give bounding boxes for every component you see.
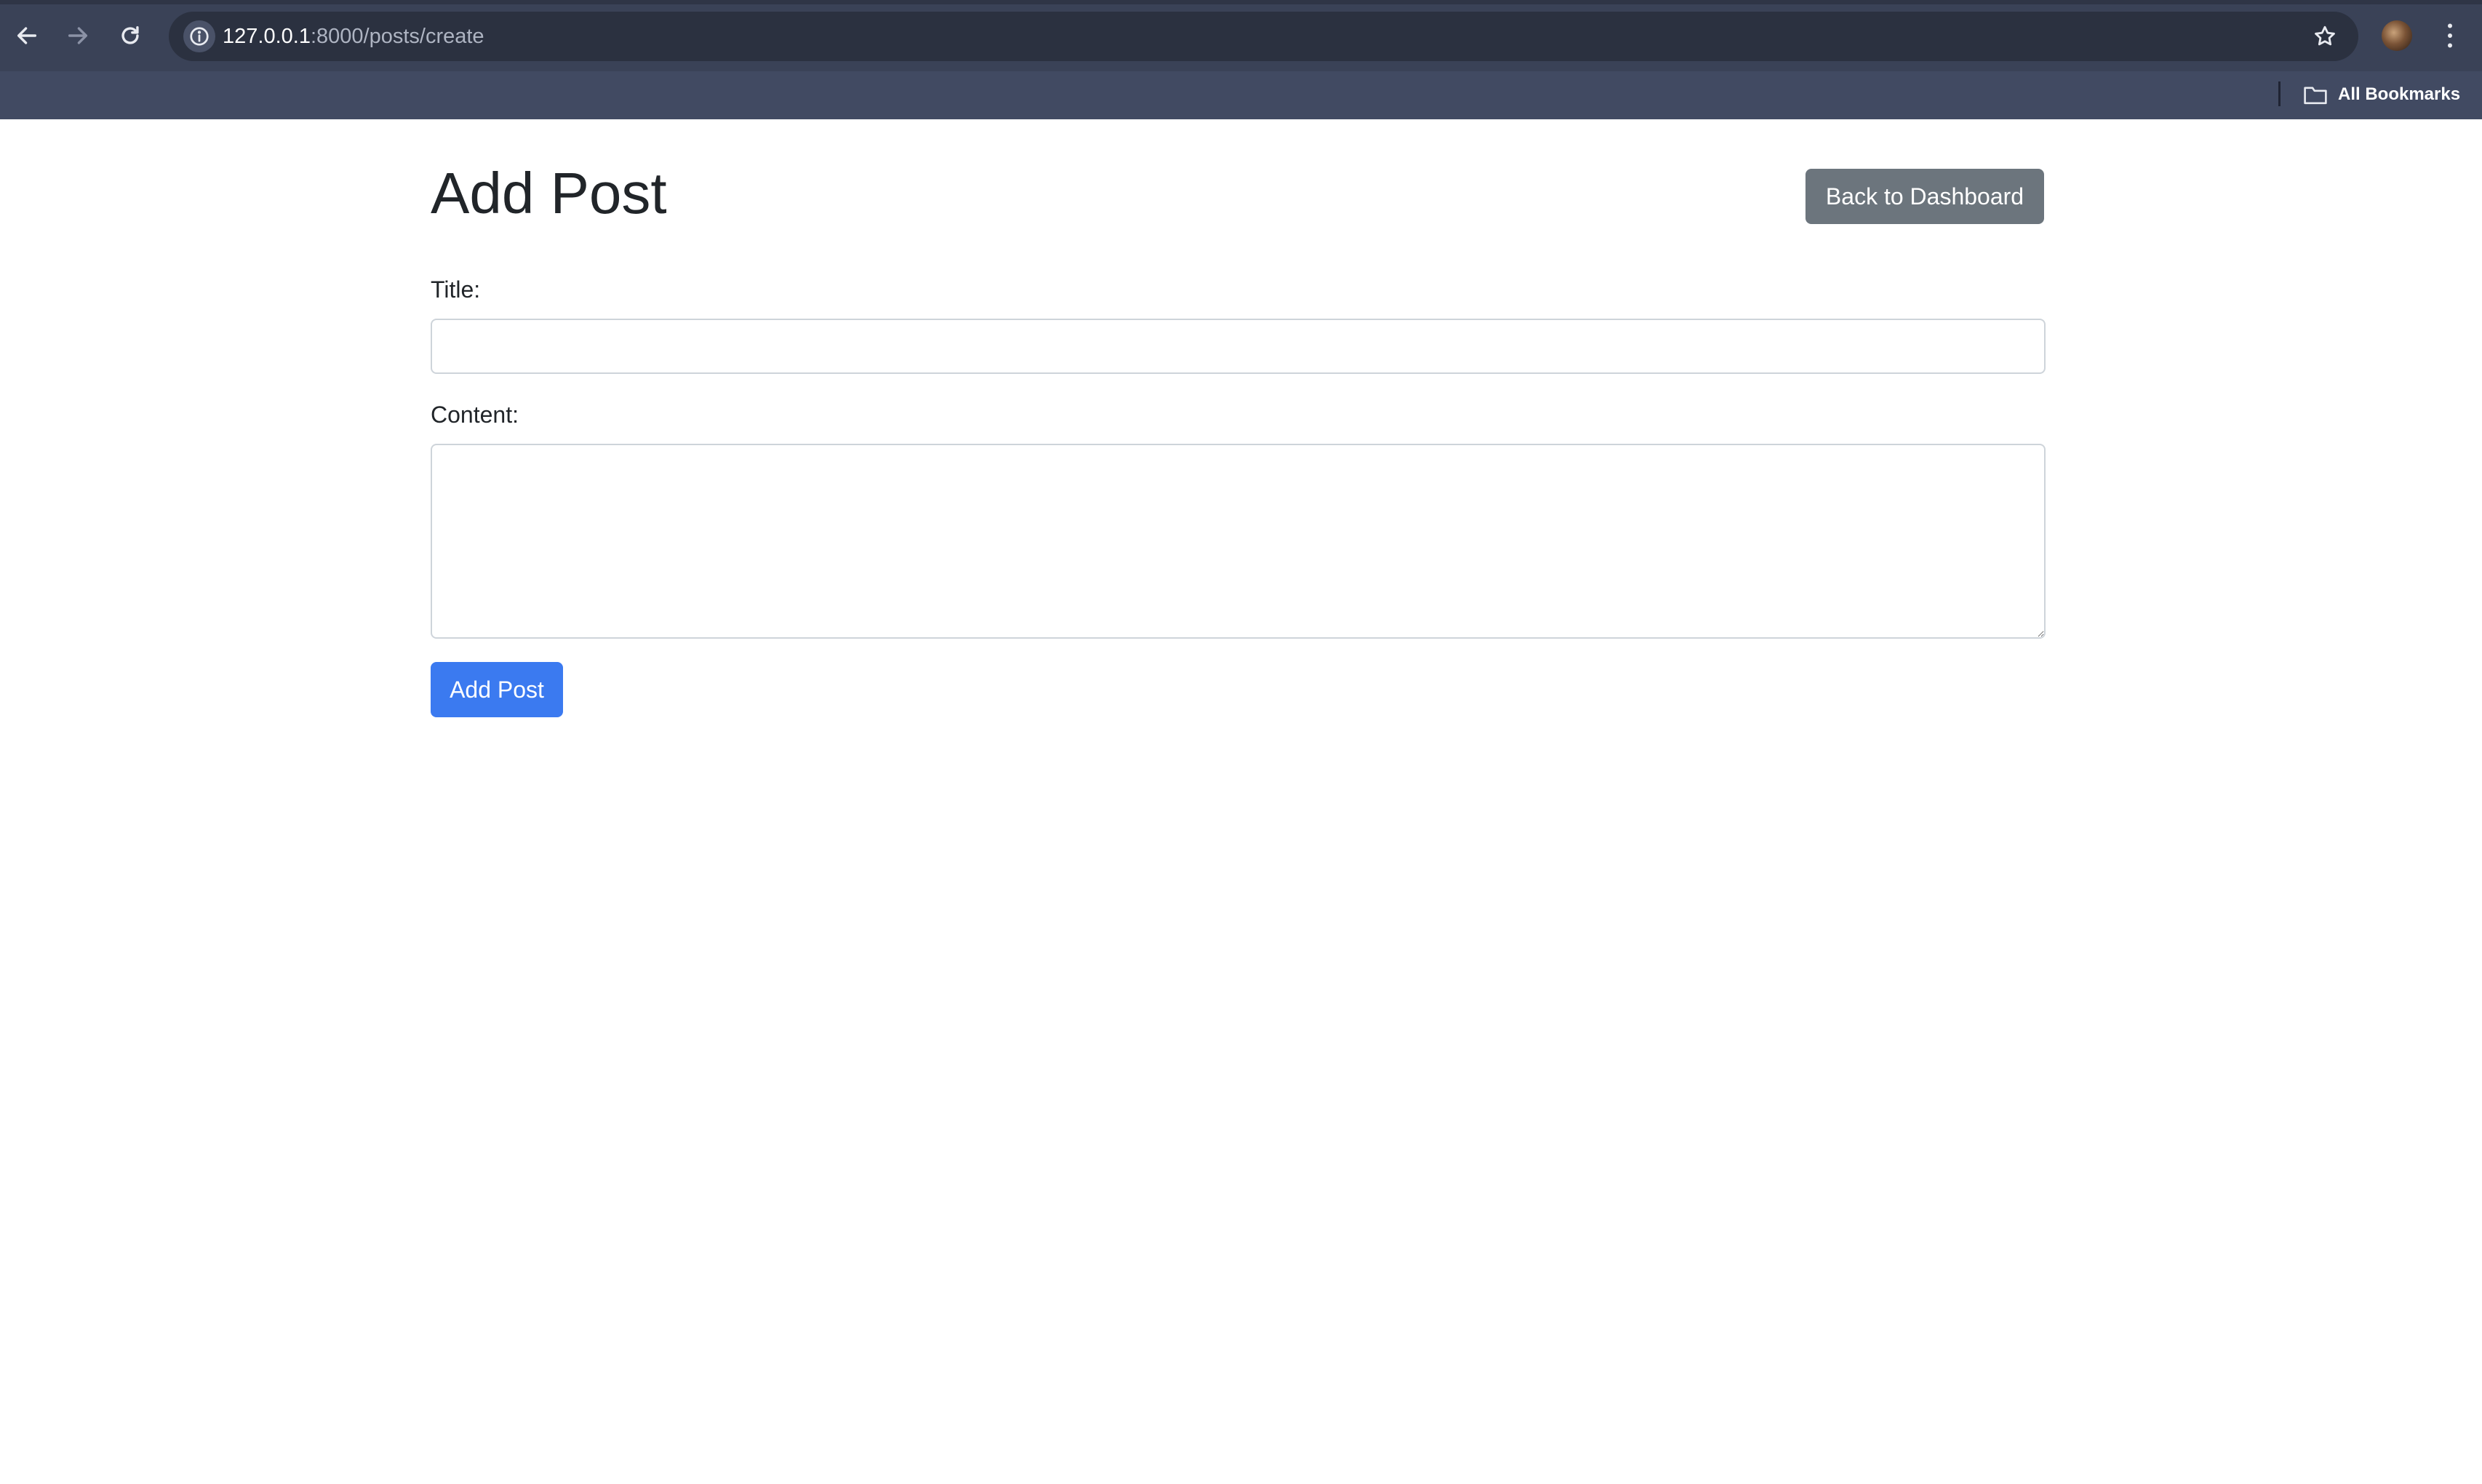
browser-toolbar: 127.0.0.1:8000/posts/create xyxy=(0,0,2482,71)
all-bookmarks-label: All Bookmarks xyxy=(2338,84,2461,104)
page-content: Add Post Back to Dashboard Title: Conten… xyxy=(431,119,2046,1484)
back-button[interactable] xyxy=(7,16,47,55)
title-input[interactable] xyxy=(431,319,2046,374)
content-label: Content: xyxy=(431,402,519,428)
back-arrow-icon xyxy=(17,27,37,44)
reload-icon xyxy=(121,25,139,44)
site-info-icon[interactable] xyxy=(183,20,215,52)
folder-icon xyxy=(2304,87,2327,105)
url-text[interactable]: 127.0.0.1:8000/posts/create xyxy=(223,12,484,61)
address-bar[interactable]: 127.0.0.1:8000/posts/create xyxy=(169,12,2358,61)
all-bookmarks-button[interactable]: All Bookmarks xyxy=(2303,80,2460,109)
browser-menu-button[interactable] xyxy=(2437,17,2463,54)
forward-button[interactable] xyxy=(58,16,97,55)
reload-button[interactable] xyxy=(111,16,150,55)
back-to-dashboard-button[interactable]: Back to Dashboard xyxy=(1805,169,2044,224)
profile-avatar[interactable] xyxy=(2382,20,2412,51)
page-title: Add Post xyxy=(431,161,667,226)
more-vert-icon xyxy=(2448,23,2452,48)
title-label: Title: xyxy=(431,276,481,303)
content-textarea[interactable] xyxy=(431,444,2046,639)
tab-strip-edge xyxy=(0,0,2482,4)
forward-arrow-icon xyxy=(68,27,88,44)
bookmark-star-icon[interactable] xyxy=(2309,20,2341,52)
add-post-button[interactable]: Add Post xyxy=(431,662,563,717)
browser-chrome: 127.0.0.1:8000/posts/create All Bookmark… xyxy=(0,0,2482,119)
bookmarks-separator xyxy=(2278,81,2281,106)
url-host: 127.0.0.1 xyxy=(223,25,311,48)
url-path: :8000/posts/create xyxy=(310,25,484,48)
